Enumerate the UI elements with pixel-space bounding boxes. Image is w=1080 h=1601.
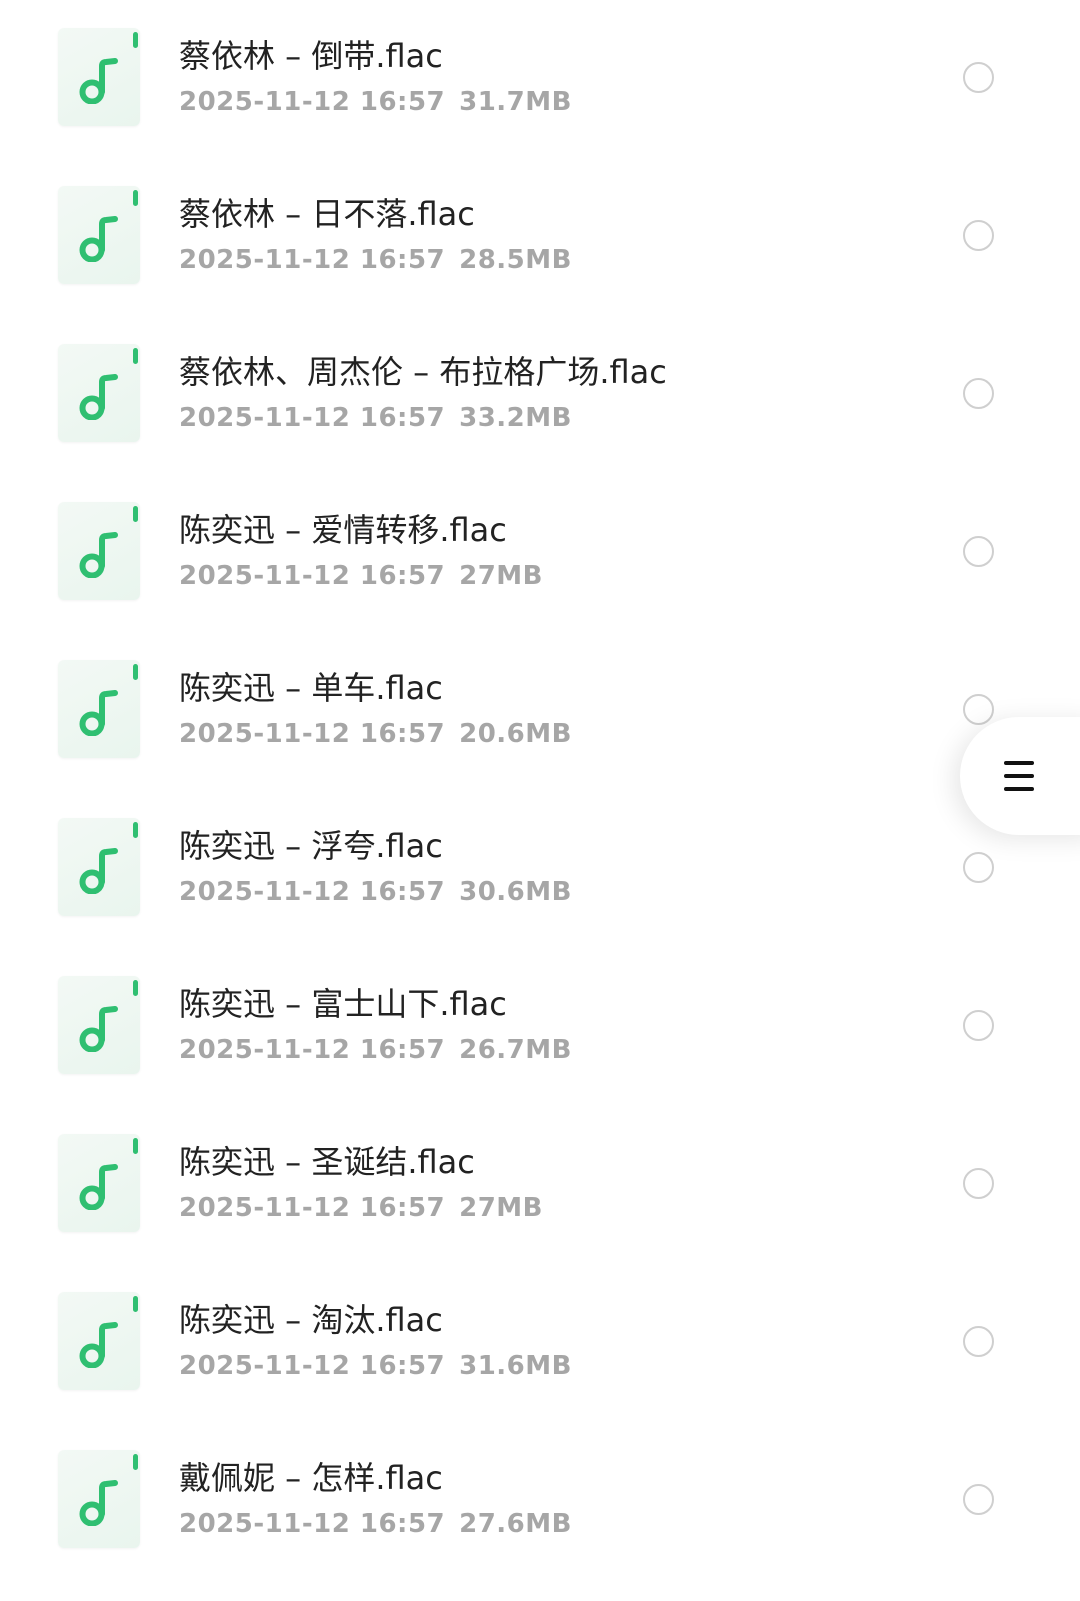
file-meta: 2025-11-12 16:57 28.5MB xyxy=(179,240,572,280)
select-radio-button[interactable] xyxy=(963,1484,994,1515)
file-list-item[interactable]: 陈奕迅 – 淘汰.flac 2025-11-12 16:57 31.6MB xyxy=(0,1264,1080,1422)
file-size: 27.6MB xyxy=(459,1509,572,1539)
select-radio-button[interactable] xyxy=(963,378,994,409)
file-browser-screen: 蔡依林 – 倒带.flac 2025-11-12 16:57 31.7MB 蔡依林… xyxy=(0,0,1080,1601)
file-meta: 2025-11-12 16:57 30.6MB xyxy=(179,872,572,912)
file-name: 蔡依林、周杰伦 – 布拉格广场.flac xyxy=(179,353,667,391)
file-list-item[interactable]: 陈奕迅 – 单车.flac 2025-11-12 16:57 20.6MB xyxy=(0,632,1080,790)
file-name: 陈奕迅 – 单车.flac xyxy=(179,669,443,707)
select-radio-button[interactable] xyxy=(963,694,994,725)
file-size: 30.6MB xyxy=(459,877,572,907)
file-date: 2025-11-12 16:57 xyxy=(179,561,446,591)
file-meta: 2025-11-12 16:57 31.6MB xyxy=(179,1346,572,1386)
file-meta: 2025-11-12 16:57 20.6MB xyxy=(179,714,572,754)
file-name: 戴佩妮 – 怎样.flac xyxy=(179,1459,443,1497)
file-name: 蔡依林 – 日不落.flac xyxy=(179,195,475,233)
select-radio-button[interactable] xyxy=(963,852,994,883)
file-date: 2025-11-12 16:57 xyxy=(179,1509,446,1539)
file-meta: 2025-11-12 16:57 33.2MB xyxy=(179,398,572,438)
file-date: 2025-11-12 16:57 xyxy=(179,1193,446,1223)
file-date: 2025-11-12 16:57 xyxy=(179,87,446,117)
file-name: 陈奕迅 – 浮夸.flac xyxy=(179,827,443,865)
music-file-icon xyxy=(58,1450,140,1548)
file-list-item[interactable]: 蔡依林 – 日不落.flac 2025-11-12 16:57 28.5MB xyxy=(0,158,1080,316)
music-file-icon xyxy=(58,28,140,126)
select-radio-button[interactable] xyxy=(963,1168,994,1199)
file-date: 2025-11-12 16:57 xyxy=(179,1351,446,1381)
file-size: 31.6MB xyxy=(459,1351,572,1381)
file-name: 陈奕迅 – 富士山下.flac xyxy=(179,985,507,1023)
music-file-icon xyxy=(58,818,140,916)
file-size: 26.7MB xyxy=(459,1035,572,1065)
select-radio-button[interactable] xyxy=(963,1326,994,1357)
music-file-icon xyxy=(58,344,140,442)
file-size: 33.2MB xyxy=(459,403,572,433)
file-list-item[interactable]: 戴佩妮 – 怎样.flac 2025-11-12 16:57 27.6MB xyxy=(0,1422,1080,1580)
file-size: 31.7MB xyxy=(459,87,572,117)
select-radio-button[interactable] xyxy=(963,1010,994,1041)
file-list-item[interactable]: 陈奕迅 – 浮夸.flac 2025-11-12 16:57 30.6MB xyxy=(0,790,1080,948)
file-name: 蔡依林 – 倒带.flac xyxy=(179,37,443,75)
file-list-item[interactable]: 陈奕迅 – 爱情转移.flac 2025-11-12 16:57 27MB xyxy=(0,474,1080,632)
file-name: 陈奕迅 – 爱情转移.flac xyxy=(179,511,507,549)
file-date: 2025-11-12 16:57 xyxy=(179,1035,446,1065)
music-file-icon xyxy=(58,976,140,1074)
file-name: 陈奕迅 – 圣诞结.flac xyxy=(179,1143,475,1181)
music-file-icon xyxy=(58,660,140,758)
file-list-item[interactable]: 陈奕迅 – 圣诞结.flac 2025-11-12 16:57 27MB xyxy=(0,1106,1080,1264)
file-date: 2025-11-12 16:57 xyxy=(179,877,446,907)
file-size: 20.6MB xyxy=(459,719,572,749)
music-file-icon xyxy=(58,1134,140,1232)
menu-button[interactable] xyxy=(960,717,1080,835)
file-meta: 2025-11-12 16:57 26.7MB xyxy=(179,1030,572,1070)
file-list: 蔡依林 – 倒带.flac 2025-11-12 16:57 31.7MB 蔡依林… xyxy=(0,0,1080,1580)
file-meta: 2025-11-12 16:57 27.6MB xyxy=(179,1504,572,1544)
file-size: 27MB xyxy=(459,561,543,591)
file-list-item[interactable]: 陈奕迅 – 富士山下.flac 2025-11-12 16:57 26.7MB xyxy=(0,948,1080,1106)
file-list-item[interactable]: 蔡依林 – 倒带.flac 2025-11-12 16:57 31.7MB xyxy=(0,0,1080,158)
file-meta: 2025-11-12 16:57 27MB xyxy=(179,1188,543,1228)
file-meta: 2025-11-12 16:57 27MB xyxy=(179,556,543,596)
music-file-icon xyxy=(58,1292,140,1390)
hamburger-menu-icon xyxy=(1004,761,1034,791)
select-radio-button[interactable] xyxy=(963,62,994,93)
file-date: 2025-11-12 16:57 xyxy=(179,719,446,749)
file-meta: 2025-11-12 16:57 31.7MB xyxy=(179,82,572,122)
music-file-icon xyxy=(58,186,140,284)
file-date: 2025-11-12 16:57 xyxy=(179,403,446,433)
file-size: 28.5MB xyxy=(459,245,572,275)
file-date: 2025-11-12 16:57 xyxy=(179,245,446,275)
file-name: 陈奕迅 – 淘汰.flac xyxy=(179,1301,443,1339)
file-list-item[interactable]: 蔡依林、周杰伦 – 布拉格广场.flac 2025-11-12 16:57 33.… xyxy=(0,316,1080,474)
select-radio-button[interactable] xyxy=(963,536,994,567)
select-radio-button[interactable] xyxy=(963,220,994,251)
music-file-icon xyxy=(58,502,140,600)
file-size: 27MB xyxy=(459,1193,543,1223)
